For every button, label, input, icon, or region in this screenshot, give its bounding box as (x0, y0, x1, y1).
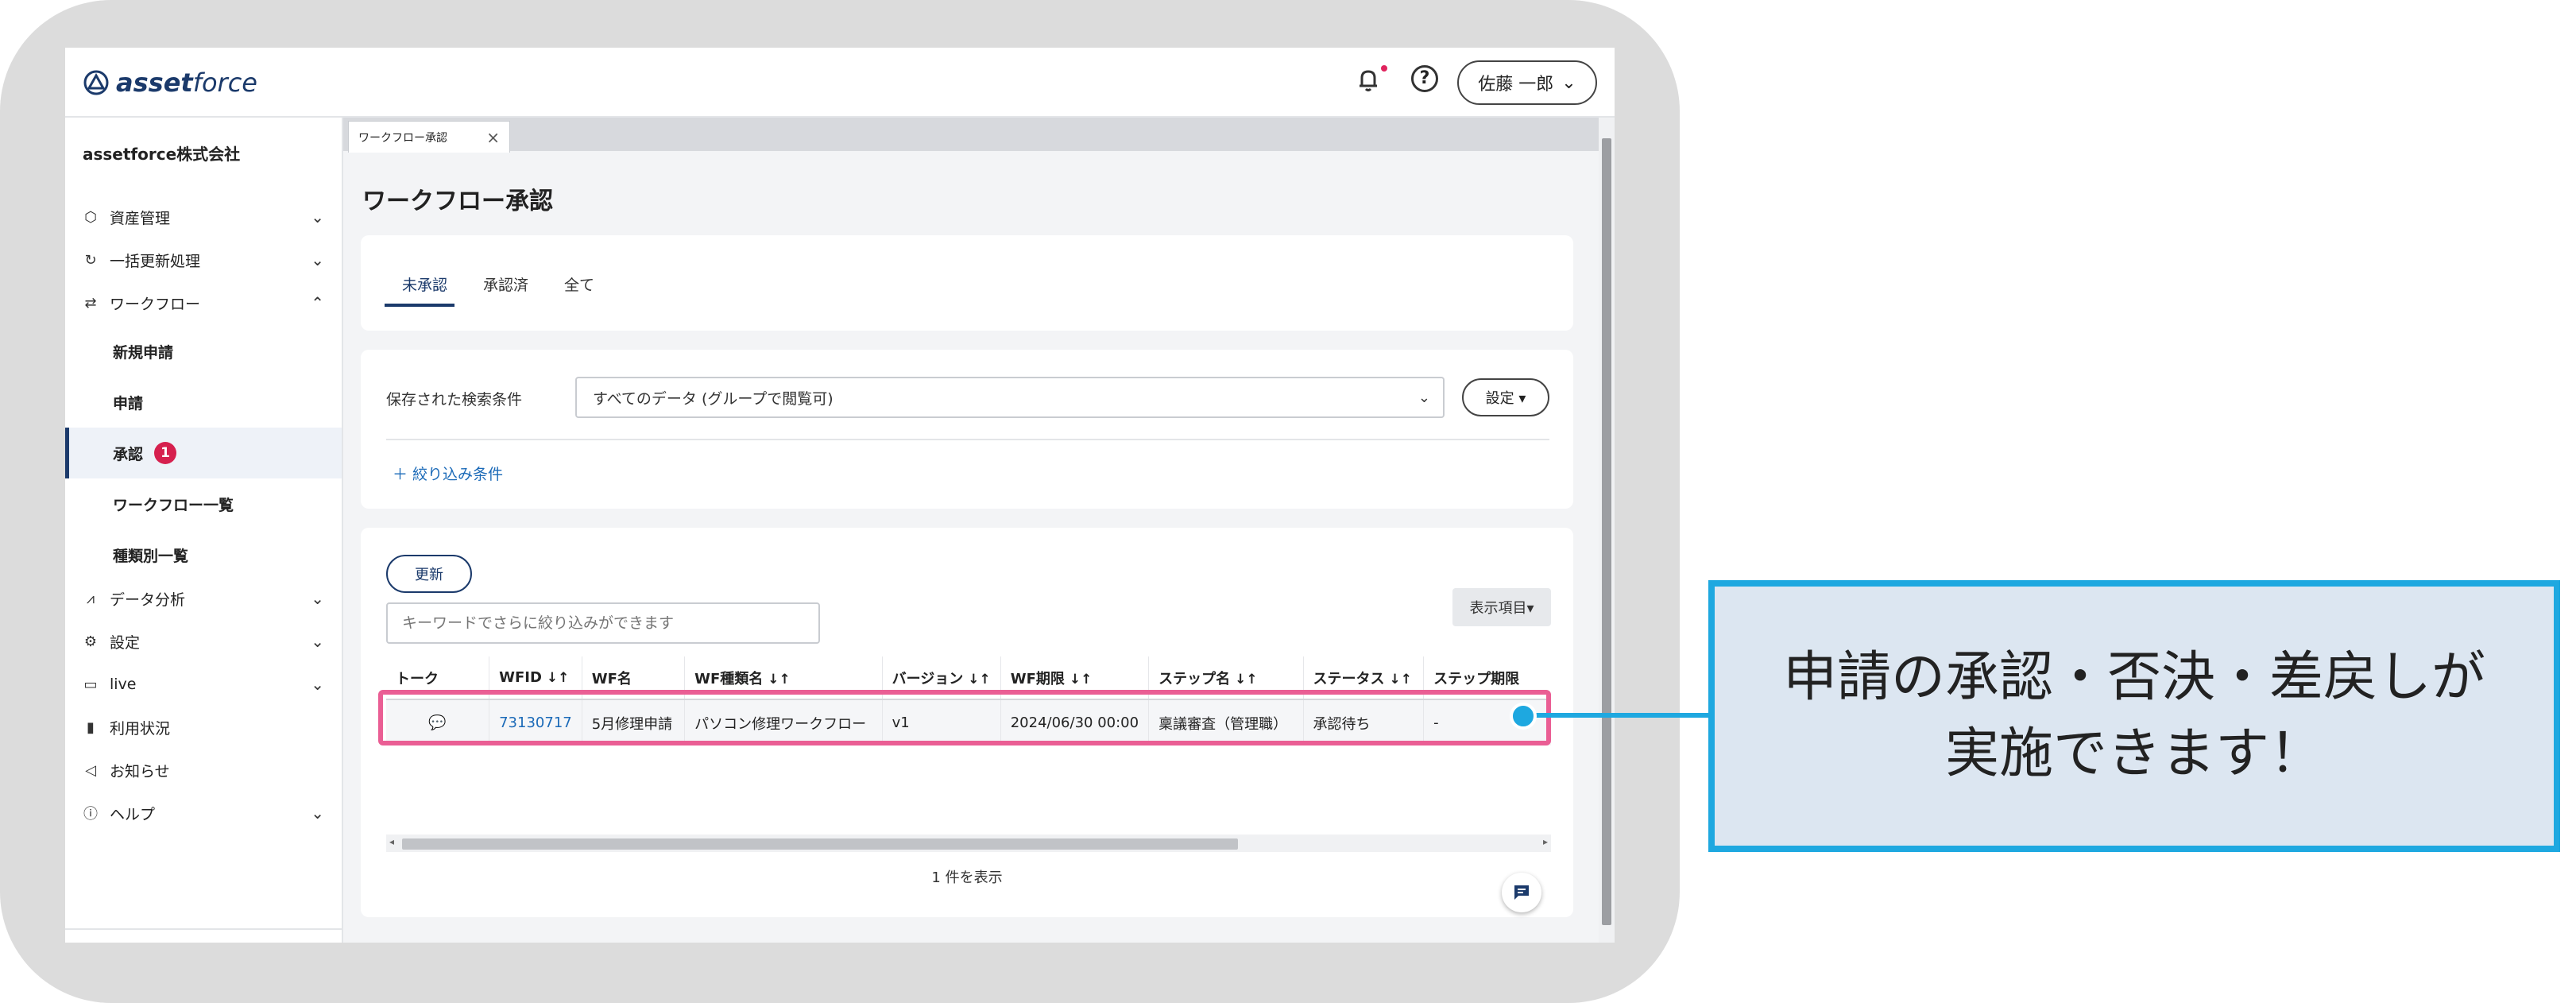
results-card: 更新 表示項目▾ トーク WFID↓↑ WF名 WF種類名↓↑ バージョン↓↑ … (361, 528, 1573, 917)
sidebar-item-label: 利用状況 (110, 719, 171, 738)
sidebar-item-label: 設定 (110, 633, 141, 652)
help-icon: ⓘ (83, 806, 98, 823)
sort-icon[interactable]: ↓↑ (1069, 672, 1093, 687)
sidebar: assetforce株式会社 ⬡ 資産管理 ⌄ ↻ 一括更新処理 ⌄ ⇄ ワーク… (65, 118, 343, 943)
chevron-up-icon: ⌃ (311, 293, 324, 312)
saved-search-select[interactable]: すべてのデータ (グループで閲覧可) ⌄ (575, 377, 1445, 418)
sidebar-item-label: データ分析 (110, 591, 186, 609)
chevron-down-icon: ⌄ (311, 589, 324, 608)
cube-icon: ⬡ (84, 208, 97, 226)
sort-icon[interactable]: ↓↑ (768, 672, 791, 687)
display-columns-button[interactable]: 表示項目▾ (1452, 588, 1551, 626)
sidebar-item-label: お知らせ (110, 762, 170, 780)
tab-strip: ワークフロー承認 × (343, 118, 1599, 153)
row-highlight-box (378, 690, 1551, 745)
chevron-down-icon: ⌄ (311, 675, 324, 694)
scroll-right-arrow-icon[interactable]: ▸ (1543, 836, 1548, 847)
callout-box: 申請の承認・否決・差戻しが 実施できます！ (1708, 580, 2560, 852)
company-name: assetforce株式会社 (83, 145, 241, 164)
add-filter-button[interactable]: ＋ 絞り込み条件 (393, 463, 503, 484)
sidebar-item-label: 一括更新処理 (110, 252, 201, 270)
main-content: ワークフロー承認 × ワークフロー承認 未承認 承認済 全て 保存された検索条件… (343, 118, 1599, 943)
sort-icon[interactable]: ↓↑ (1235, 672, 1258, 687)
sidebar-item-live[interactable]: ▭ live ⌄ (65, 663, 342, 706)
sidebar-item-usage[interactable]: ▮ 利用状況 (65, 706, 342, 749)
chevron-down-icon: ⌄ (1561, 72, 1576, 93)
sidebar-divider (65, 928, 342, 930)
result-count: 1 件を表示 (931, 869, 1003, 886)
sidebar-item-data-analysis[interactable]: ⩘ データ分析 ⌄ (65, 577, 342, 620)
callout-connector-line (1524, 713, 1712, 718)
saved-search-label: 保存された検索条件 (386, 391, 523, 409)
bar-chart-icon: ▮ (87, 718, 95, 736)
vertical-scroll-thumb[interactable] (1602, 138, 1611, 925)
analytics-icon: ⩘ (86, 590, 95, 607)
sidebar-item-label: ヘルプ (110, 805, 156, 823)
tab-unapproved[interactable]: 未承認 (402, 273, 447, 295)
app-window: assetforce ? 佐藤 一郎 ⌄ assetforce株式会社 ⬡ 資産… (65, 48, 1615, 943)
chevron-down-icon: ⌄ (311, 632, 324, 651)
tab-label: ワークフロー承認 (358, 131, 447, 145)
sidebar-item-notices[interactable]: ◁ お知らせ (65, 749, 342, 792)
horizontal-scroll-thumb[interactable] (402, 838, 1238, 850)
logo-text: assetforce (116, 68, 257, 98)
help-icon[interactable]: ? (1411, 65, 1438, 92)
top-header: assetforce ? 佐藤 一郎 ⌄ (65, 48, 1615, 118)
status-tabs-card: 未承認 承認済 全て (361, 235, 1573, 331)
sidebar-subitem-workflow-list[interactable]: ワークフロー一覧 (65, 478, 342, 529)
sidebar-item-label: ワークフロー (110, 295, 201, 313)
sidebar-item-asset-management[interactable]: ⬡ 資産管理 ⌄ (65, 196, 342, 238)
saved-search-card: 保存された検索条件 すべてのデータ (グループで閲覧可) ⌄ 設定 ▾ ＋ 絞り… (361, 350, 1573, 509)
refresh-icon: ↻ (84, 251, 97, 269)
sidebar-item-bulk-update[interactable]: ↻ 一括更新処理 ⌄ (65, 238, 342, 281)
megaphone-icon: ◁ (85, 761, 96, 779)
callout-line-1: 申請の承認・否決・差戻しが (1782, 646, 2485, 709)
sidebar-item-label: 資産管理 (110, 209, 171, 227)
sidebar-item-help[interactable]: ⓘ ヘルプ ⌄ (65, 792, 342, 835)
sort-icon[interactable]: ↓↑ (968, 672, 991, 687)
sidebar-subitem-new-request[interactable]: 新規申請 (65, 326, 342, 377)
sidebar-subitem-request[interactable]: 申請 (65, 377, 342, 428)
callout-line-2: 実施できます！ (1944, 722, 2323, 785)
chevron-down-icon: ⌄ (311, 207, 324, 227)
user-menu-button[interactable]: 佐藤 一郎 ⌄ (1457, 60, 1597, 105)
sort-icon[interactable]: ↓↑ (1390, 672, 1413, 687)
workflow-icon: ⇄ (84, 294, 97, 312)
sidebar-subitem-by-type-list[interactable]: 種類別一覧 (65, 529, 342, 580)
chevron-down-icon: ⌄ (1418, 389, 1430, 406)
callout-connector-dot (1510, 703, 1537, 730)
sidebar-item-settings[interactable]: ⚙ 設定 ⌄ (65, 620, 342, 663)
tab-approved[interactable]: 承認済 (483, 273, 528, 295)
tab-all[interactable]: 全て (564, 273, 594, 295)
sidebar-item-label: live (110, 676, 137, 693)
page-title: ワークフロー承認 (362, 188, 553, 215)
approval-count-badge: 1 (154, 442, 177, 464)
scroll-left-arrow-icon[interactable]: ◂ (389, 836, 394, 847)
close-icon[interactable]: × (486, 128, 500, 147)
logo-mark-icon (83, 70, 109, 95)
refresh-button[interactable]: 更新 (386, 555, 472, 593)
sidebar-item-workflow[interactable]: ⇄ ワークフロー ⌃ (65, 281, 342, 324)
sort-icon[interactable]: ↓↑ (547, 670, 570, 686)
chevron-down-icon: ⌄ (311, 250, 324, 269)
user-name: 佐藤 一郎 (1478, 75, 1554, 95)
keyword-search-input[interactable] (386, 602, 820, 644)
sidebar-subitem-approval[interactable]: 承認 1 (65, 428, 342, 478)
tab-workflow-approval[interactable]: ワークフロー承認 × (348, 121, 510, 153)
chevron-down-icon: ⌄ (311, 804, 324, 823)
app-logo[interactable]: assetforce (83, 64, 257, 102)
gear-icon: ⚙ (83, 633, 98, 650)
bell-icon[interactable] (1352, 64, 1384, 95)
notification-dot (1381, 65, 1387, 72)
live-icon: ▭ (83, 676, 98, 693)
chat-icon (1514, 885, 1529, 900)
settings-button[interactable]: 設定 ▾ (1462, 378, 1549, 416)
divider (386, 439, 1549, 440)
chat-button[interactable] (1502, 873, 1541, 912)
saved-search-value: すべてのデータ (グループで閲覧可) (593, 389, 834, 408)
active-tab-underline (385, 304, 454, 307)
